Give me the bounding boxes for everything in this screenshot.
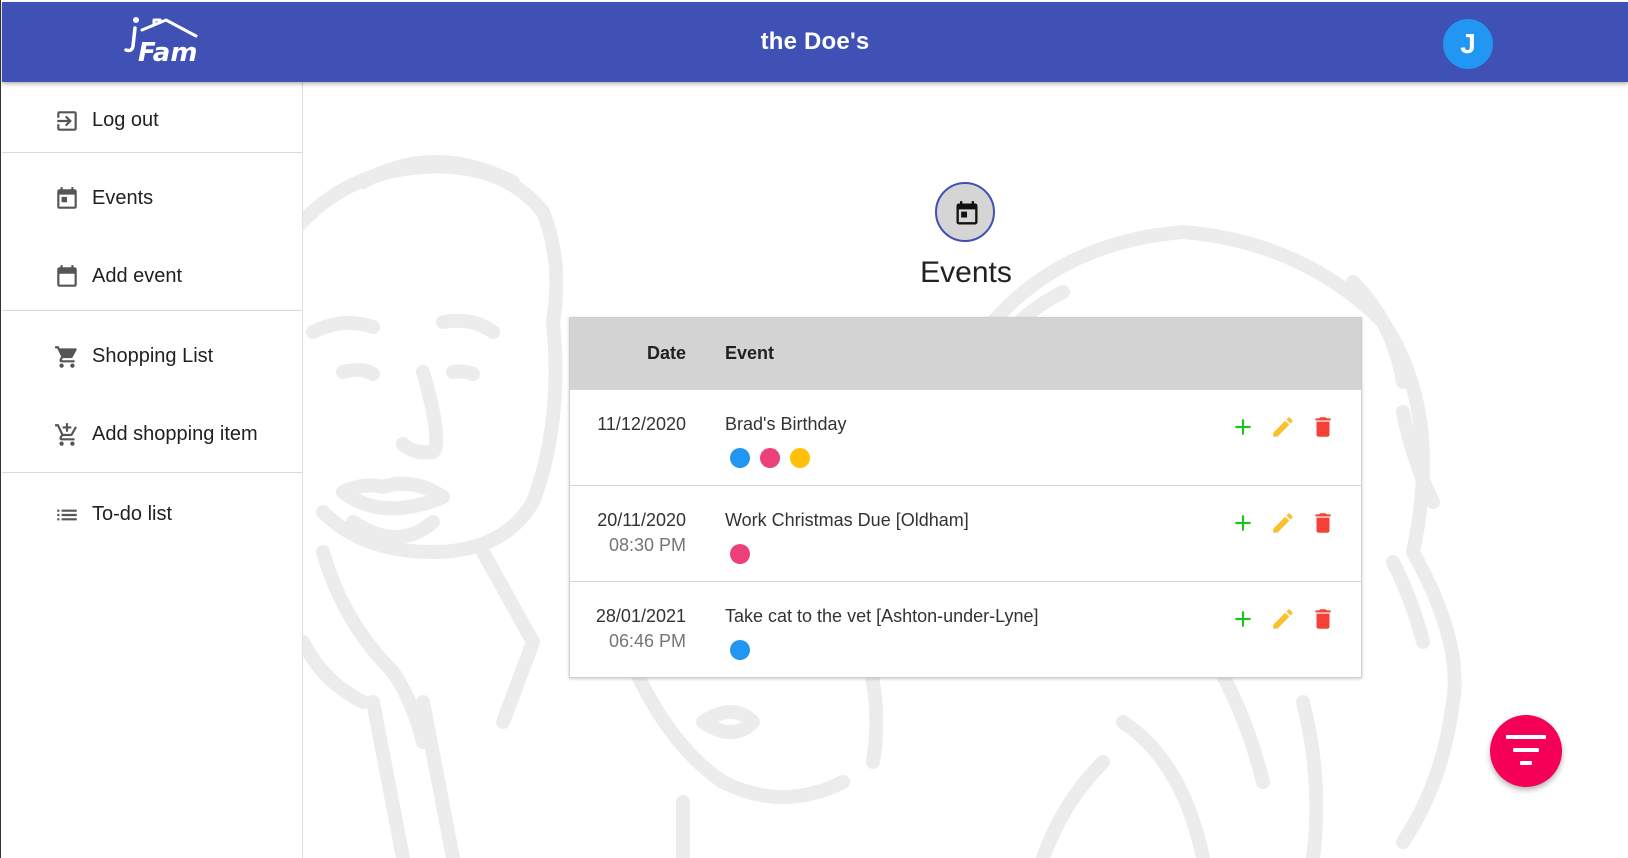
edit-pencil-icon[interactable] (1270, 510, 1296, 536)
add-icon[interactable] (1230, 510, 1256, 536)
divider (2, 310, 302, 311)
row-actions (1230, 606, 1336, 632)
member-dot (760, 448, 780, 468)
sidebar-item-logout[interactable]: Log out (2, 92, 302, 148)
edit-pencil-icon[interactable] (1270, 606, 1296, 632)
event-date: 11/12/2020 (597, 414, 686, 434)
table-row: 11/12/2020 Brad's Birthday (570, 389, 1361, 485)
sidebar-item-add-event[interactable]: Add event (2, 248, 302, 304)
calendar-icon (956, 201, 978, 225)
sidebar-item-label: Shopping List (92, 345, 214, 367)
user-avatar[interactable]: J (1443, 19, 1493, 69)
table-row: 20/11/2020 08:30 PM Work Christmas Due [… (570, 485, 1361, 581)
event-date: 20/11/2020 (597, 510, 686, 530)
filter-button[interactable] (1490, 715, 1562, 787)
member-dot (730, 544, 750, 564)
delete-trash-icon[interactable] (1310, 414, 1336, 440)
divider (2, 472, 302, 473)
table-row: 28/01/2021 06:46 PM Take cat to the vet … (570, 581, 1361, 677)
sidebar-item-label: Add event (92, 265, 183, 287)
row-actions (1230, 414, 1336, 440)
table-header: Date Event (570, 318, 1361, 389)
event-title: Take cat to the vet [Ashton-under-Lyne] (725, 606, 1039, 626)
app-bar: Fam the Doe's J (2, 2, 1628, 82)
calendar-add-icon (57, 265, 77, 287)
edit-pencil-icon[interactable] (1270, 414, 1296, 440)
member-dots (730, 448, 810, 468)
member-dot (730, 640, 750, 660)
cart-add-icon (55, 423, 77, 446)
member-dot (790, 448, 810, 468)
row-actions (1230, 510, 1336, 536)
family-title: the Doe's (760, 28, 870, 55)
cart-icon (55, 346, 77, 368)
event-date: 28/01/2021 (595, 606, 686, 626)
event-title: Brad's Birthday (725, 414, 847, 434)
filter-icon (1506, 735, 1546, 765)
sidebar-item-label: To-do list (92, 503, 173, 525)
sidebar-item-todo-list[interactable]: To-do list (2, 486, 302, 542)
event-time: 06:46 PM (608, 631, 686, 651)
add-icon[interactable] (1230, 606, 1256, 632)
page-title: Events (920, 256, 1012, 289)
sidebar-item-add-shopping-item[interactable]: Add shopping item (2, 406, 302, 462)
event-time: 08:30 PM (608, 535, 686, 555)
sidebar-item-label: Events (92, 187, 154, 209)
sidebar-item-events[interactable]: Events (2, 170, 302, 226)
calendar-icon (57, 187, 77, 209)
sidebar-item-label: Add shopping item (92, 423, 258, 445)
sidebar-nav: Log out Events Add event Shopping List A… (2, 82, 303, 858)
member-dot (730, 448, 750, 468)
sidebar-item-shopping-list[interactable]: Shopping List (2, 328, 302, 384)
sidebar-item-label: Log out (92, 109, 159, 131)
member-dots (730, 544, 750, 564)
delete-trash-icon[interactable] (1310, 510, 1336, 536)
events-page-icon (935, 182, 995, 242)
app-window: Fam the Doe's J Log out Events Add event (0, 0, 1628, 858)
delete-trash-icon[interactable] (1310, 606, 1336, 632)
events-table: Date Event 11/12/2020 Brad's Birthday 20… (569, 317, 1362, 678)
logout-icon (57, 111, 77, 131)
column-header-date: Date (646, 343, 686, 363)
list-icon (57, 509, 77, 521)
event-title: Work Christmas Due [Oldham] (725, 510, 969, 530)
add-icon[interactable] (1230, 414, 1256, 440)
member-dots (730, 640, 750, 660)
divider (2, 152, 302, 153)
column-header-event: Event (725, 343, 775, 363)
